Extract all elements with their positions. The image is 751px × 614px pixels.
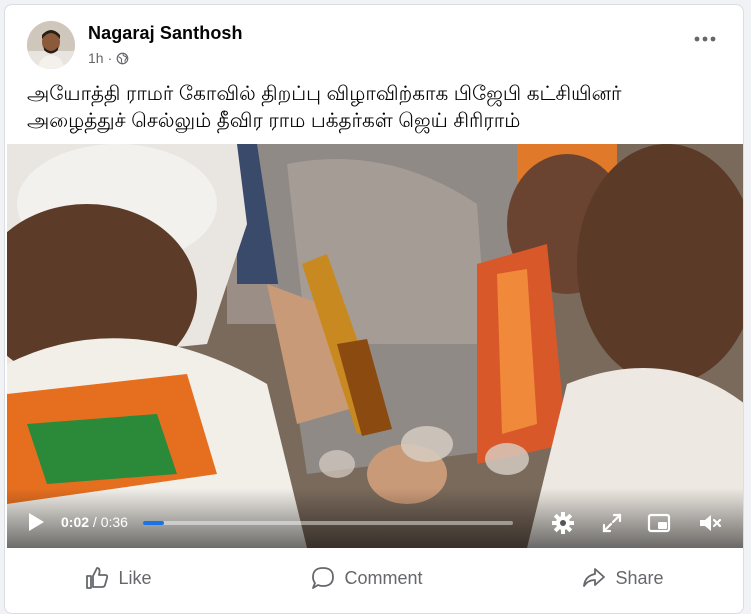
fullscreen-expand-icon[interactable] xyxy=(599,510,625,536)
post-card: Nagaraj Santhosh 1h · அயோத்தி ராமர் கோவி… xyxy=(4,4,744,614)
current-time: 0:02 xyxy=(61,514,90,530)
like-button[interactable]: Like xyxy=(60,559,175,597)
author-name[interactable]: Nagaraj Santhosh xyxy=(88,23,243,44)
more-options-icon[interactable] xyxy=(691,31,719,47)
globe-icon xyxy=(116,52,129,64)
video-time: 0:02 / 0:36 xyxy=(61,514,128,530)
comment-bubble-icon xyxy=(312,567,335,589)
author-avatar[interactable] xyxy=(27,21,75,69)
comment-label: Comment xyxy=(344,567,423,588)
volume-muted-icon[interactable] xyxy=(697,510,723,536)
settings-gear-icon[interactable] xyxy=(550,510,576,536)
post-text-line-1: அயோத்தி ராமர் கோவில் திறப்பு விழாவிற்காக… xyxy=(27,83,622,105)
picture-in-picture-icon[interactable] xyxy=(646,510,672,536)
play-icon[interactable] xyxy=(27,512,45,532)
share-label: Share xyxy=(615,567,664,588)
post-actions-bar: Like Comment Share xyxy=(5,556,743,600)
video-progress-fill xyxy=(143,521,164,525)
post-meta: 1h · xyxy=(88,50,129,66)
time-separator: / xyxy=(89,514,101,530)
video-progress-bar[interactable] xyxy=(143,521,513,525)
video-player[interactable]: 0:02 / 0:36 xyxy=(7,144,743,548)
avatar-photo xyxy=(27,21,75,69)
like-label: Like xyxy=(118,567,152,588)
post-timestamp[interactable]: 1h xyxy=(88,50,104,66)
comment-button[interactable]: Comment xyxy=(286,559,446,597)
post-text-line-2: அழைத்துச் செல்லும் தீவிர ராம பக்தர்கள் ஜ… xyxy=(27,110,521,132)
post-text: அயோத்தி ராமர் கோவில் திறப்பு விழாவிற்காக… xyxy=(27,81,703,135)
thumbs-up-icon xyxy=(86,567,109,589)
share-arrow-icon xyxy=(583,568,606,587)
share-button[interactable]: Share xyxy=(557,559,687,597)
video-duration: 0:36 xyxy=(100,514,128,530)
video-controls: 0:02 / 0:36 xyxy=(7,488,743,548)
post-header: Nagaraj Santhosh 1h · xyxy=(5,5,743,77)
